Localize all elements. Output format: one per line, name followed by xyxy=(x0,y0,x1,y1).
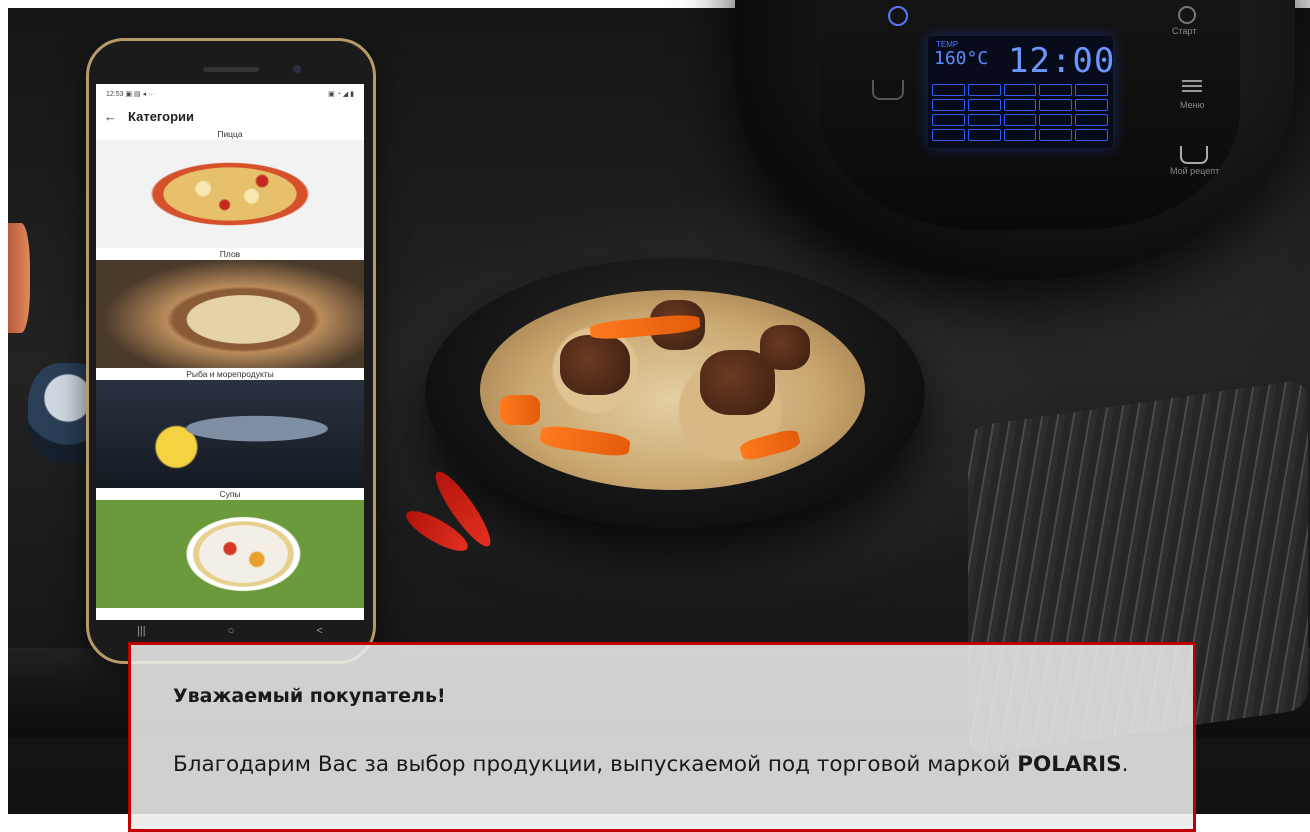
pot-icon xyxy=(872,80,904,100)
category-pizza[interactable]: Пицца xyxy=(96,128,364,248)
category-label: Пицца xyxy=(217,129,243,139)
lcd-display: TEMP 160°C 12:00 xyxy=(928,36,1116,148)
lcd-temperature: 160°C xyxy=(934,48,989,69)
power-icon xyxy=(888,6,908,26)
meat-piece xyxy=(560,335,630,395)
menu-label: Меню xyxy=(1180,100,1205,110)
back-arrow-icon[interactable]: ← xyxy=(104,109,128,124)
phone-camera xyxy=(293,65,301,73)
phone-status-bar: 12:53 ▣ ▤ ◂ ··· ▣ ◔ ◢ ▮ xyxy=(96,84,364,104)
category-fish-seafood[interactable]: Рыба и морепродукты xyxy=(96,368,364,488)
carrot-piece xyxy=(500,395,540,425)
start-label: Старт xyxy=(1172,26,1197,36)
notice-body-text: Благодарим Вас за выбор продукции, выпус… xyxy=(173,752,1018,777)
home-icon[interactable]: ○ xyxy=(228,625,235,637)
category-label: Рыба и морепродукты xyxy=(186,369,274,379)
plov-photo xyxy=(96,260,364,368)
my-recipe-label: Мой рецепт xyxy=(1170,166,1220,176)
pizza-photo xyxy=(96,140,364,248)
notice-body: Благодарим Вас за выбор продукции, выпус… xyxy=(173,749,1153,781)
status-system-icons: ▣ ◔ ◢ ▮ xyxy=(328,91,354,98)
my-recipe-icon xyxy=(1180,146,1208,164)
menu-icon xyxy=(1182,80,1202,94)
welcome-notice: Уважаемый покупатель! Благодарим Вас за … xyxy=(128,642,1196,832)
brand-name: POLARIS xyxy=(1017,752,1122,777)
onion xyxy=(8,223,30,333)
notice-body-end: . xyxy=(1121,752,1129,777)
status-notification-icons: ▣ ▤ ◂ ··· xyxy=(125,91,156,98)
category-soups[interactable]: Супы xyxy=(96,488,364,608)
phone-screen: 12:53 ▣ ▤ ◂ ··· ▣ ◔ ◢ ▮ ← Категории Пицц… xyxy=(96,84,364,620)
status-time: 12:53 xyxy=(106,91,124,98)
start-icon xyxy=(1178,6,1196,24)
lcd-program-grid xyxy=(932,84,1108,141)
notice-title: Уважаемый покупатель! xyxy=(173,685,446,707)
back-icon[interactable]: < xyxy=(317,625,323,637)
recent-apps-icon[interactable]: ||| xyxy=(137,625,146,637)
phone-speaker xyxy=(203,67,259,72)
screen-title: Категории xyxy=(128,108,195,124)
fish-photo xyxy=(96,380,364,488)
soup-photo xyxy=(96,500,364,608)
category-plov[interactable]: Плов xyxy=(96,248,364,368)
lcd-time: 12:00 xyxy=(1008,41,1116,81)
category-label: Супы xyxy=(219,489,241,499)
app-bar: ← Категории xyxy=(96,104,364,128)
meat-piece xyxy=(760,325,810,370)
category-label: Плов xyxy=(219,249,241,259)
phone-nav-bar: ||| ○ < xyxy=(96,620,364,642)
